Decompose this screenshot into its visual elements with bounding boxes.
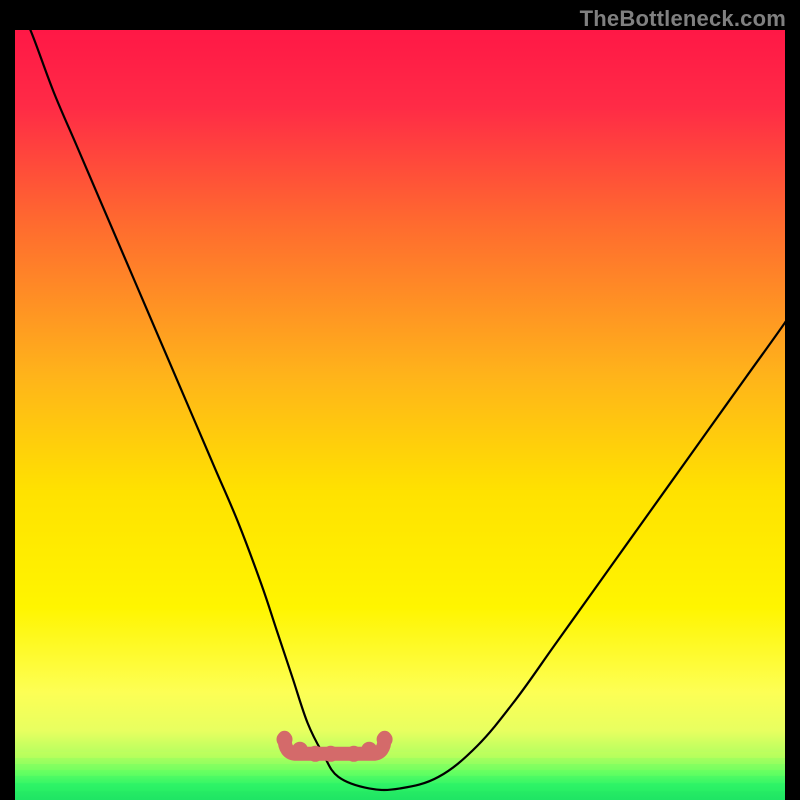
flat-region-dot <box>346 746 362 762</box>
chart-frame: TheBottleneck.com <box>0 0 800 800</box>
flat-region-dot <box>307 746 323 762</box>
bottleneck-plot <box>15 30 785 800</box>
gradient-background <box>15 30 785 800</box>
flat-region-dot <box>377 731 393 747</box>
flat-region-dot <box>292 742 308 758</box>
flat-region-dot <box>361 742 377 758</box>
flat-region-dot <box>277 731 293 747</box>
watermark-text: TheBottleneck.com <box>580 6 786 32</box>
bottom-band-stripes <box>15 752 785 800</box>
flat-region-dot <box>323 746 339 762</box>
